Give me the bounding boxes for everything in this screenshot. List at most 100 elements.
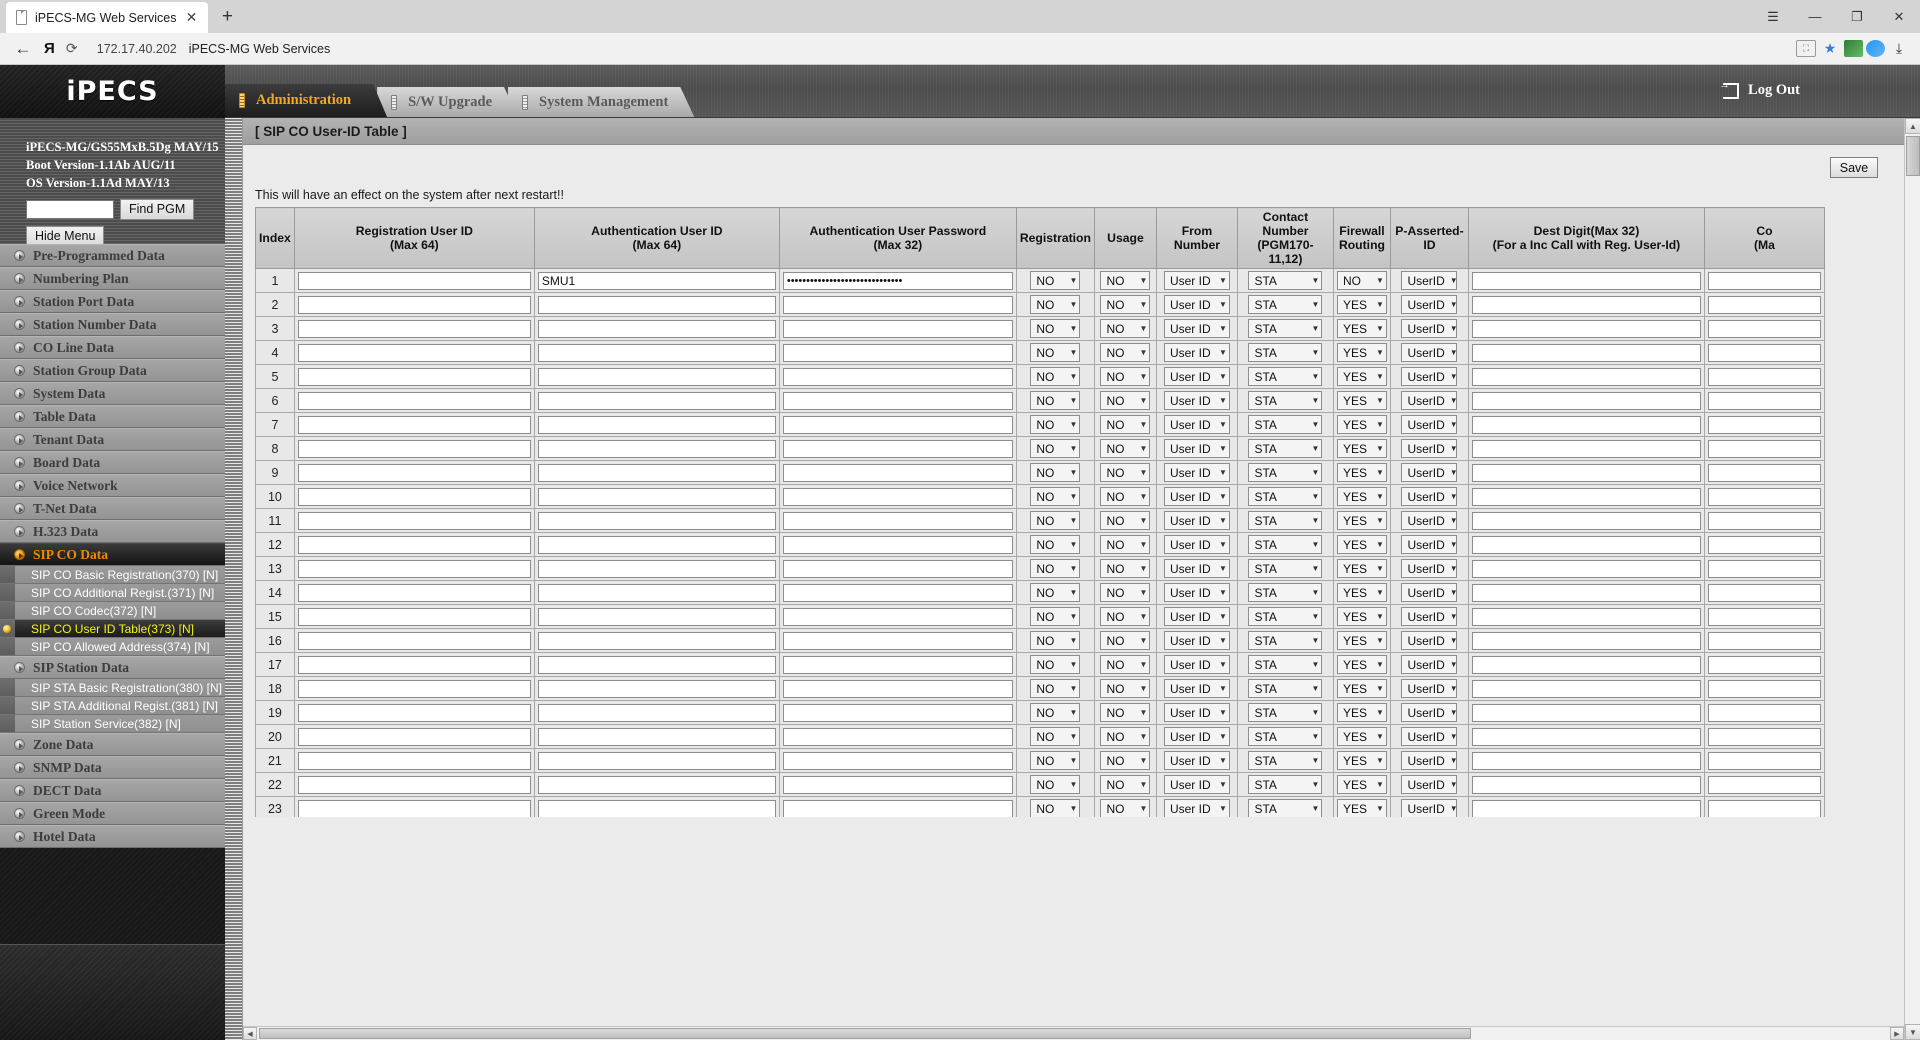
find-pgm-button[interactable]: Find PGM [120,199,195,220]
scroll-down-icon[interactable]: ▼ [1905,1024,1920,1040]
registration-select[interactable]: NO ▼ [1030,535,1081,554]
from_number-select[interactable]: User ID ▼ [1163,679,1230,698]
auth_pwd-input[interactable] [782,776,1013,794]
cont_cut-input[interactable] [1707,415,1821,434]
from_number-select[interactable]: User ID ▼ [1163,703,1230,722]
usage-select[interactable]: NO ▼ [1100,607,1151,626]
auth_pwd-input[interactable] [782,752,1013,770]
contact-select[interactable]: STA ▼ [1248,319,1323,338]
firewall-select[interactable]: YES ▼ [1336,775,1387,794]
cont_cut-input[interactable] [1707,271,1821,290]
close-tab-icon[interactable]: ✕ [182,9,200,27]
sidebar-group-system-data[interactable]: System Data [0,382,225,405]
auth_pwd-input[interactable] [782,392,1013,410]
passerted-select[interactable]: UserID ▼ [1401,679,1458,698]
back-icon[interactable]: ← [10,36,36,62]
from_number-select[interactable]: User ID ▼ [1163,295,1230,314]
registration-select[interactable]: NO ▼ [1030,679,1081,698]
contact-select[interactable]: STA ▼ [1248,343,1323,362]
auth_pwd-input[interactable] [782,296,1013,314]
reg_user-input[interactable] [297,583,531,602]
usage-select[interactable]: NO ▼ [1100,391,1151,410]
from_number-select[interactable]: User ID ▼ [1163,463,1230,482]
passerted-select[interactable]: UserID ▼ [1401,295,1458,314]
dest_digit-input[interactable] [1471,631,1701,650]
firewall-select[interactable]: YES ▼ [1336,655,1387,674]
auth_user-input[interactable] [537,799,776,817]
cont_cut-input[interactable] [1707,511,1821,530]
dest_digit-input[interactable] [1471,463,1701,482]
reg_user-input[interactable] [297,487,531,506]
auth_pwd-input[interactable] [782,584,1013,602]
bookmark-icon[interactable]: ★ [1819,40,1841,57]
sidebar-group-t-net-data[interactable]: T-Net Data [0,497,225,520]
auth_user-input[interactable] [537,367,776,386]
from_number-select[interactable]: User ID ▼ [1163,415,1230,434]
passerted-select[interactable]: UserID ▼ [1401,367,1458,386]
passerted-select[interactable]: UserID ▼ [1401,343,1458,362]
contact-select[interactable]: STA ▼ [1248,703,1323,722]
dest_digit-input[interactable] [1471,607,1701,626]
auth_user-input[interactable] [537,535,776,554]
cont_cut-input[interactable] [1707,631,1821,650]
passerted-select[interactable]: UserID ▼ [1401,751,1458,770]
reg_user-input[interactable] [297,631,531,650]
passerted-select[interactable]: UserID ▼ [1401,391,1458,410]
contact-select[interactable]: STA ▼ [1248,751,1323,770]
contact-select[interactable]: STA ▼ [1248,295,1323,314]
sidebar-group-sip-co-data[interactable]: SIP CO Data [0,543,225,566]
firewall-select[interactable]: YES ▼ [1336,367,1387,386]
dest_digit-input[interactable] [1471,751,1701,770]
from_number-select[interactable]: User ID ▼ [1163,559,1230,578]
auth_user-input[interactable] [537,775,776,794]
from_number-select[interactable]: User ID ▼ [1163,631,1230,650]
registration-select[interactable]: NO ▼ [1030,439,1081,458]
auth_pwd-input[interactable] [782,704,1013,722]
horizontal-scrollbar[interactable]: ◀ ▶ [243,1026,1904,1040]
sidebar-item-sip-co-codec-372-n[interactable]: SIP CO Codec(372) [N] [0,602,225,620]
auth_pwd-input[interactable] [782,512,1013,530]
sidebar-item-sip-sta-additional-regist-381-n[interactable]: SIP STA Additional Regist.(381) [N] [0,697,225,715]
firewall-select[interactable]: YES ▼ [1336,751,1387,770]
from_number-select[interactable]: User ID ▼ [1163,439,1230,458]
tab-system-management[interactable]: System Management [508,87,694,117]
dest_digit-input[interactable] [1471,775,1701,794]
from_number-select[interactable]: User ID ▼ [1163,367,1230,386]
sidebar-group-h-323-data[interactable]: H.323 Data [0,520,225,543]
sidebar-group-table-data[interactable]: Table Data [0,405,225,428]
firewall-select[interactable]: YES ▼ [1336,559,1387,578]
firewall-select[interactable]: NO ▼ [1336,271,1387,290]
reg_user-input[interactable] [297,511,531,530]
cont_cut-input[interactable] [1707,367,1821,386]
auth_pwd-input[interactable] [782,560,1013,578]
vertical-scroll-thumb[interactable] [1906,136,1920,176]
contact-select[interactable]: STA ▼ [1248,463,1323,482]
sidebar-group-tenant-data[interactable]: Tenant Data [0,428,225,451]
from_number-select[interactable]: User ID ▼ [1163,535,1230,554]
usage-select[interactable]: NO ▼ [1100,679,1151,698]
auth_user-input[interactable] [537,679,776,698]
sidebar-group-numbering-plan[interactable]: Numbering Plan [0,267,225,290]
reg_user-input[interactable] [297,295,531,314]
registration-select[interactable]: NO ▼ [1030,751,1081,770]
auth_user-input[interactable] [537,271,776,290]
contact-select[interactable]: STA ▼ [1248,391,1323,410]
registration-select[interactable]: NO ▼ [1030,655,1081,674]
cont_cut-input[interactable] [1707,679,1821,698]
passerted-select[interactable]: UserID ▼ [1401,511,1458,530]
sidebar-item-sip-sta-basic-registration-380-n[interactable]: SIP STA Basic Registration(380) [N] [0,679,225,697]
passerted-select[interactable]: UserID ▼ [1401,607,1458,626]
usage-select[interactable]: NO ▼ [1100,583,1151,602]
passerted-select[interactable]: UserID ▼ [1401,631,1458,650]
contact-select[interactable]: STA ▼ [1248,511,1323,530]
auth_user-input[interactable] [537,631,776,650]
usage-select[interactable]: NO ▼ [1100,703,1151,722]
firewall-select[interactable]: YES ▼ [1336,607,1387,626]
firewall-select[interactable]: YES ▼ [1336,535,1387,554]
firewall-select[interactable]: YES ▼ [1336,727,1387,746]
passerted-select[interactable]: UserID ▼ [1401,655,1458,674]
cont_cut-input[interactable] [1707,607,1821,626]
auth_pwd-input[interactable] [782,440,1013,458]
cont_cut-input[interactable] [1707,319,1821,338]
reg_user-input[interactable] [297,271,531,290]
